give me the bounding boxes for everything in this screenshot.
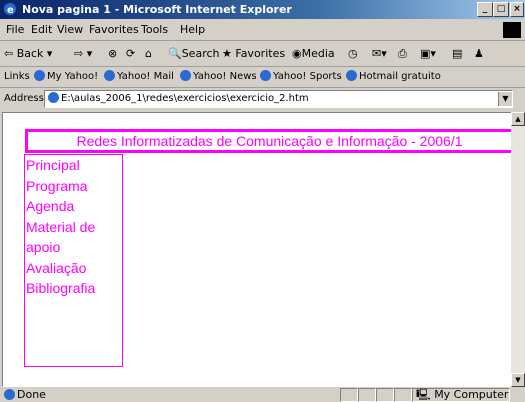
menu-help[interactable]: Help	[180, 20, 205, 40]
zone-label: 🖳 My Computer	[416, 388, 509, 401]
address-bar: Address E:\aulas_2006_1\redes\exercicios…	[0, 88, 525, 110]
home-icon[interactable]: ⌂	[145, 41, 152, 66]
page-title: Redes Informatizadas de Comunicação e In…	[25, 129, 511, 153]
link-yahoo-mail[interactable]: Yahoo! Mail	[104, 67, 174, 87]
svg-text:e: e	[7, 5, 14, 16]
vertical-scrollbar[interactable]: ▲ ▼	[511, 112, 525, 387]
link-yahoo-news[interactable]: Yahoo! News	[180, 67, 257, 87]
close-button[interactable]: ×	[510, 2, 524, 17]
messenger-icon[interactable]: ♟	[474, 41, 484, 66]
media-icon: ◉	[292, 47, 302, 60]
nav-link-avaliacao[interactable]: Avaliação	[25, 258, 122, 279]
link-my-yahoo[interactable]: My Yahoo!	[34, 67, 98, 87]
address-label: Address	[4, 93, 44, 104]
links-bar: Links My Yahoo! Yahoo! Mail Yahoo! News …	[0, 67, 525, 88]
status-segment	[376, 388, 394, 402]
menu-bar: File Edit View Favorites Tools Help	[0, 20, 525, 41]
media-button[interactable]: ◉Media	[292, 41, 335, 66]
ie-page-icon	[260, 70, 271, 81]
minimize-button[interactable]: _	[477, 2, 493, 17]
back-button[interactable]: ⇦ Back ▾	[4, 41, 52, 66]
ie-page-icon	[104, 70, 115, 81]
discuss-icon[interactable]: ▤	[452, 41, 462, 66]
menu-favorites[interactable]: Favorites	[89, 20, 139, 40]
history-icon[interactable]: ◷	[348, 41, 358, 66]
status-text: Done	[4, 387, 46, 402]
mail-icon[interactable]: ✉▾	[372, 41, 387, 66]
scroll-up-icon[interactable]: ▲	[511, 112, 525, 126]
window-title: Nova pagina 1 - Microsoft Internet Explo…	[22, 3, 292, 16]
print-icon[interactable]: ⎙	[398, 41, 407, 66]
computer-icon: 🖳	[416, 388, 431, 401]
link-hotmail[interactable]: Hotmail gratuito	[346, 67, 441, 87]
standard-toolbar: ⇦ Back ▾ ⇨ ▾ ⊗ ⟳ ⌂ 🔍Search ★ Favorites ◉…	[0, 41, 525, 67]
nav-link-agenda[interactable]: Agenda	[25, 196, 122, 217]
ie-page-icon	[4, 389, 15, 400]
menu-tools[interactable]: Tools	[141, 20, 168, 40]
favorites-button[interactable]: ★ Favorites	[222, 41, 285, 66]
nav-link-principal[interactable]: Principal	[25, 155, 122, 176]
search-button[interactable]: 🔍Search	[168, 41, 220, 66]
status-segment	[340, 388, 358, 402]
stop-icon[interactable]: ⊗	[108, 41, 117, 66]
nav-link-material-de-apoio[interactable]: Material de apoio	[25, 217, 122, 258]
title-bar: e Nova pagina 1 - Microsoft Internet Exp…	[0, 0, 525, 19]
forward-arrow-icon: ⇨	[74, 47, 84, 60]
ie-page-icon	[346, 70, 357, 81]
maximize-button[interactable]: □	[493, 2, 509, 17]
nav-link-bibliografia[interactable]: Bibliografia	[25, 278, 122, 299]
windows-logo-icon	[503, 22, 521, 38]
menu-edit[interactable]: Edit	[31, 20, 52, 40]
search-icon: 🔍	[168, 47, 182, 60]
ie-page-icon	[34, 70, 45, 81]
favorites-icon: ★	[222, 47, 232, 60]
ie-page-icon	[180, 70, 191, 81]
nav-menu: Principal Programa Agenda Material de ap…	[24, 154, 123, 367]
address-value: E:\aulas_2006_1\redes\exercicios\exercic…	[61, 93, 309, 104]
scroll-down-icon[interactable]: ▼	[511, 373, 525, 387]
browser-window: e Nova pagina 1 - Microsoft Internet Exp…	[0, 0, 525, 402]
edit-icon[interactable]: ▣▾	[420, 41, 436, 66]
address-dropdown-icon[interactable]: ▼	[498, 92, 512, 106]
menu-view[interactable]: View	[57, 20, 83, 40]
link-yahoo-sports[interactable]: Yahoo! Sports	[260, 67, 342, 87]
forward-button[interactable]: ⇨ ▾	[74, 41, 92, 66]
status-segment	[358, 388, 376, 402]
back-arrow-icon: ⇦	[4, 47, 14, 60]
menu-file[interactable]: File	[6, 20, 24, 40]
page-content: Redes Informatizadas de Comunicação e In…	[2, 112, 512, 387]
nav-link-programa[interactable]: Programa	[25, 176, 122, 197]
ie-page-icon	[48, 92, 59, 103]
refresh-icon[interactable]: ⟳	[126, 41, 135, 66]
links-label: Links	[4, 71, 30, 82]
ie-logo-icon: e	[4, 3, 16, 16]
status-bar: Done 🖳 My Computer	[0, 387, 525, 402]
status-segment	[394, 388, 412, 402]
address-input[interactable]: E:\aulas_2006_1\redes\exercicios\exercic…	[44, 90, 513, 108]
